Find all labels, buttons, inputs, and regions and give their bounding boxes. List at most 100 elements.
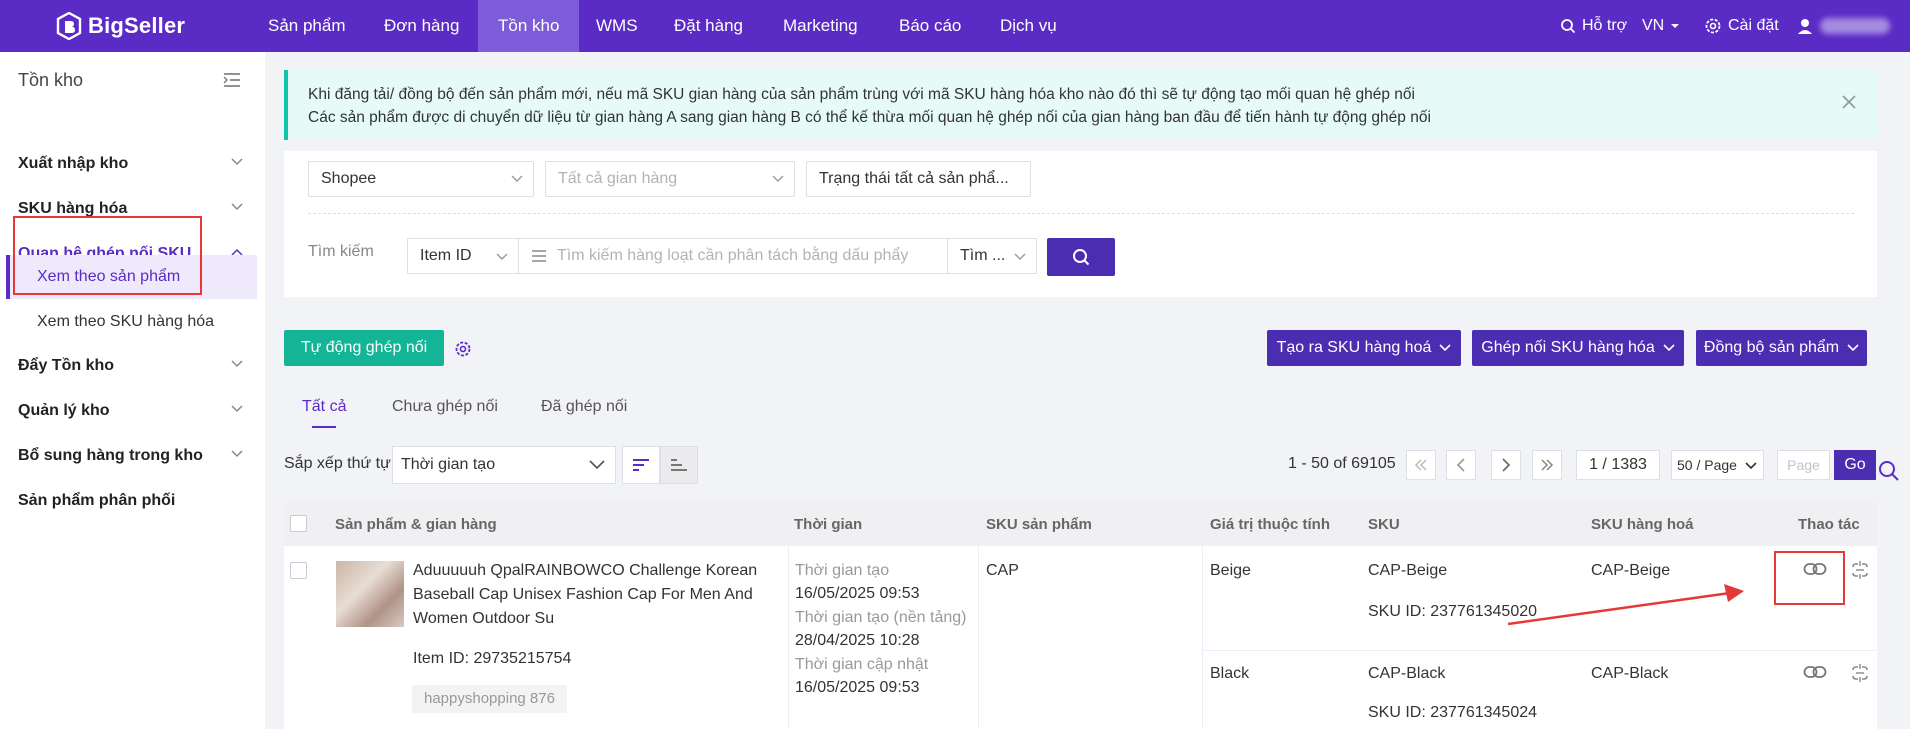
prev-page-button[interactable] [1446,450,1476,480]
chevron-down-icon [231,450,243,458]
search-icon[interactable] [1878,460,1900,482]
settings-link[interactable]: Cài đặt [1704,0,1779,52]
first-page-button[interactable] [1406,450,1436,480]
match-sku-button[interactable]: Ghép nối SKU hàng hóa [1472,330,1684,366]
chevron-down-icon [231,360,243,368]
gear-icon[interactable] [454,340,472,358]
sidebar-item-label: Quản lý kho [18,402,110,419]
chevron-down-icon [1745,462,1757,470]
sidebar-item-inbound-outbound[interactable]: Xuất nhập kho [0,142,265,186]
gear-icon [1705,18,1721,34]
header-attribute: Giá trị thuộc tính [1210,516,1330,533]
row-checkbox[interactable] [290,562,307,579]
updated-time-label: Thời gian cập nhật [795,656,929,673]
sidebar: Tồn kho Xuất nhập kho SKU hàng hóa Quan … [0,52,265,729]
chevron-right-icon [1502,458,1511,472]
page-jump-input[interactable]: Page [1777,450,1830,480]
collapse-menu-icon[interactable] [223,72,241,88]
list-icon [532,250,546,262]
double-chevron-right-icon [1541,459,1554,471]
page-size-select[interactable]: 50 / Page [1671,450,1764,480]
tab-all[interactable]: Tất cả [302,398,346,416]
column-divider [788,546,789,729]
next-page-button[interactable] [1491,450,1521,480]
nav-marketing[interactable]: Marketing [763,0,878,52]
auto-match-button[interactable]: Tự động ghép nối [284,330,444,366]
close-icon[interactable] [1841,94,1857,110]
language-selector[interactable]: VN [1642,0,1680,52]
unlink-icon[interactable] [1850,561,1870,579]
sidebar-sub-by-warehouse-sku[interactable]: Xem theo SKU hàng hóa [6,300,257,344]
highlight-box-sidebar [13,216,202,295]
header-product-sku: SKU sản phẩm [986,516,1092,533]
sidebar-item-label: Bổ sung hàng trong kho [18,447,203,464]
page-size-value: 50 / Page [1677,457,1737,473]
nav-purchase[interactable]: Đặt hàng [654,0,763,52]
tab-matched[interactable]: Đã ghép nối [541,398,627,416]
column-divider [1202,546,1203,729]
nav-services[interactable]: Dịch vụ [980,0,1077,52]
last-page-button[interactable] [1532,450,1562,480]
sidebar-item-replenishment[interactable]: Bổ sung hàng trong kho [0,434,265,478]
help-link[interactable]: Hỗ trợ [1560,0,1627,52]
store-placeholder: Tất cả gian hàng [558,170,678,187]
user-menu[interactable] [1796,0,1890,52]
search-button[interactable] [1047,238,1115,276]
help-label: Hỗ trợ [1582,17,1628,34]
sync-products-button[interactable]: Đồng bộ sản phẩm [1696,330,1867,366]
search-field-select[interactable]: Item ID [407,238,519,274]
sidebar-title: Tồn kho [18,70,84,90]
header-time: Thời gian [794,516,863,533]
settings-label: Cài đặt [1728,17,1779,34]
sort-select[interactable]: Thời gian tạo [392,446,616,484]
nav-inventory[interactable]: Tồn kho [478,0,580,52]
chevron-down-icon [1663,344,1675,352]
platform-select[interactable]: Shopee [308,161,534,197]
tab-unmatched[interactable]: Chưa ghép nối [392,398,498,416]
sort-desc-icon [633,459,649,471]
search-field-value: Item ID [420,247,472,264]
brand-name: BigSeller [88,13,186,38]
sidebar-item-warehouse-management[interactable]: Quản lý kho [0,389,265,433]
created-time-label: Thời gian tạo [795,562,890,579]
sort-asc-icon [671,459,687,471]
variant-warehouse-sku: CAP-Black [1591,665,1669,682]
header-actions: Thao tác [1798,516,1860,533]
link-icon[interactable] [1803,664,1827,680]
chevron-down-icon [511,175,523,182]
bigseller-logo-icon [56,12,82,40]
sync-products-label: Đồng bộ sản phẩm [1703,339,1840,356]
product-title[interactable]: Aduuuuuh QpalRAINBOWCO Challenge Korean … [413,559,773,631]
nav-orders[interactable]: Đơn hàng [364,0,479,52]
variant-sku-id: SKU ID: 237761345024 [1368,704,1538,721]
search-icon [1561,19,1576,34]
search-input[interactable]: Tìm kiếm hàng loạt cần phân tách bằng dấ… [518,238,948,274]
row-divider [1202,650,1877,651]
created-time-value: 16/05/2025 09:53 [795,585,920,602]
search-mode-select[interactable]: Tìm ... [947,238,1037,274]
search-mode-value: Tìm ... [960,247,1006,264]
nav-products[interactable]: Sản phẩm [248,0,366,52]
product-sku: CAP [986,562,1019,579]
store-select[interactable]: Tất cả gian hàng [545,161,795,197]
sort-asc-button[interactable] [660,446,698,484]
create-sku-button[interactable]: Tạo ra SKU hàng hoá [1267,330,1461,366]
caret-down-icon [1671,24,1680,28]
match-sku-label: Ghép nối SKU hàng hóa [1481,339,1655,356]
platform-created-label: Thời gian tạo (nền tảng) [795,609,967,626]
select-all-checkbox[interactable] [290,515,307,532]
go-button[interactable]: Go [1834,450,1876,480]
brand-logo[interactable]: BigSeller [56,12,185,40]
nav-reports[interactable]: Báo cáo [879,0,981,52]
unlink-icon[interactable] [1850,664,1870,682]
chevron-down-icon [772,175,784,182]
sidebar-item-distribution-products[interactable]: Sản phẩm phân phối [0,479,265,523]
product-thumbnail[interactable] [336,561,404,627]
sort-desc-button[interactable] [622,446,660,484]
sidebar-item-label: Xuất nhập kho [18,155,129,172]
nav-wms[interactable]: WMS [576,0,658,52]
status-select[interactable]: Trạng thái tất cả sản phẩ... [806,161,1031,197]
sidebar-item-push-stock[interactable]: Đẩy Tồn kho [0,344,265,388]
sidebar-item-label: Sản phẩm phân phối [18,492,176,509]
search-group: Item ID Tìm kiếm hàng loạt cần phân tách… [407,238,1037,274]
